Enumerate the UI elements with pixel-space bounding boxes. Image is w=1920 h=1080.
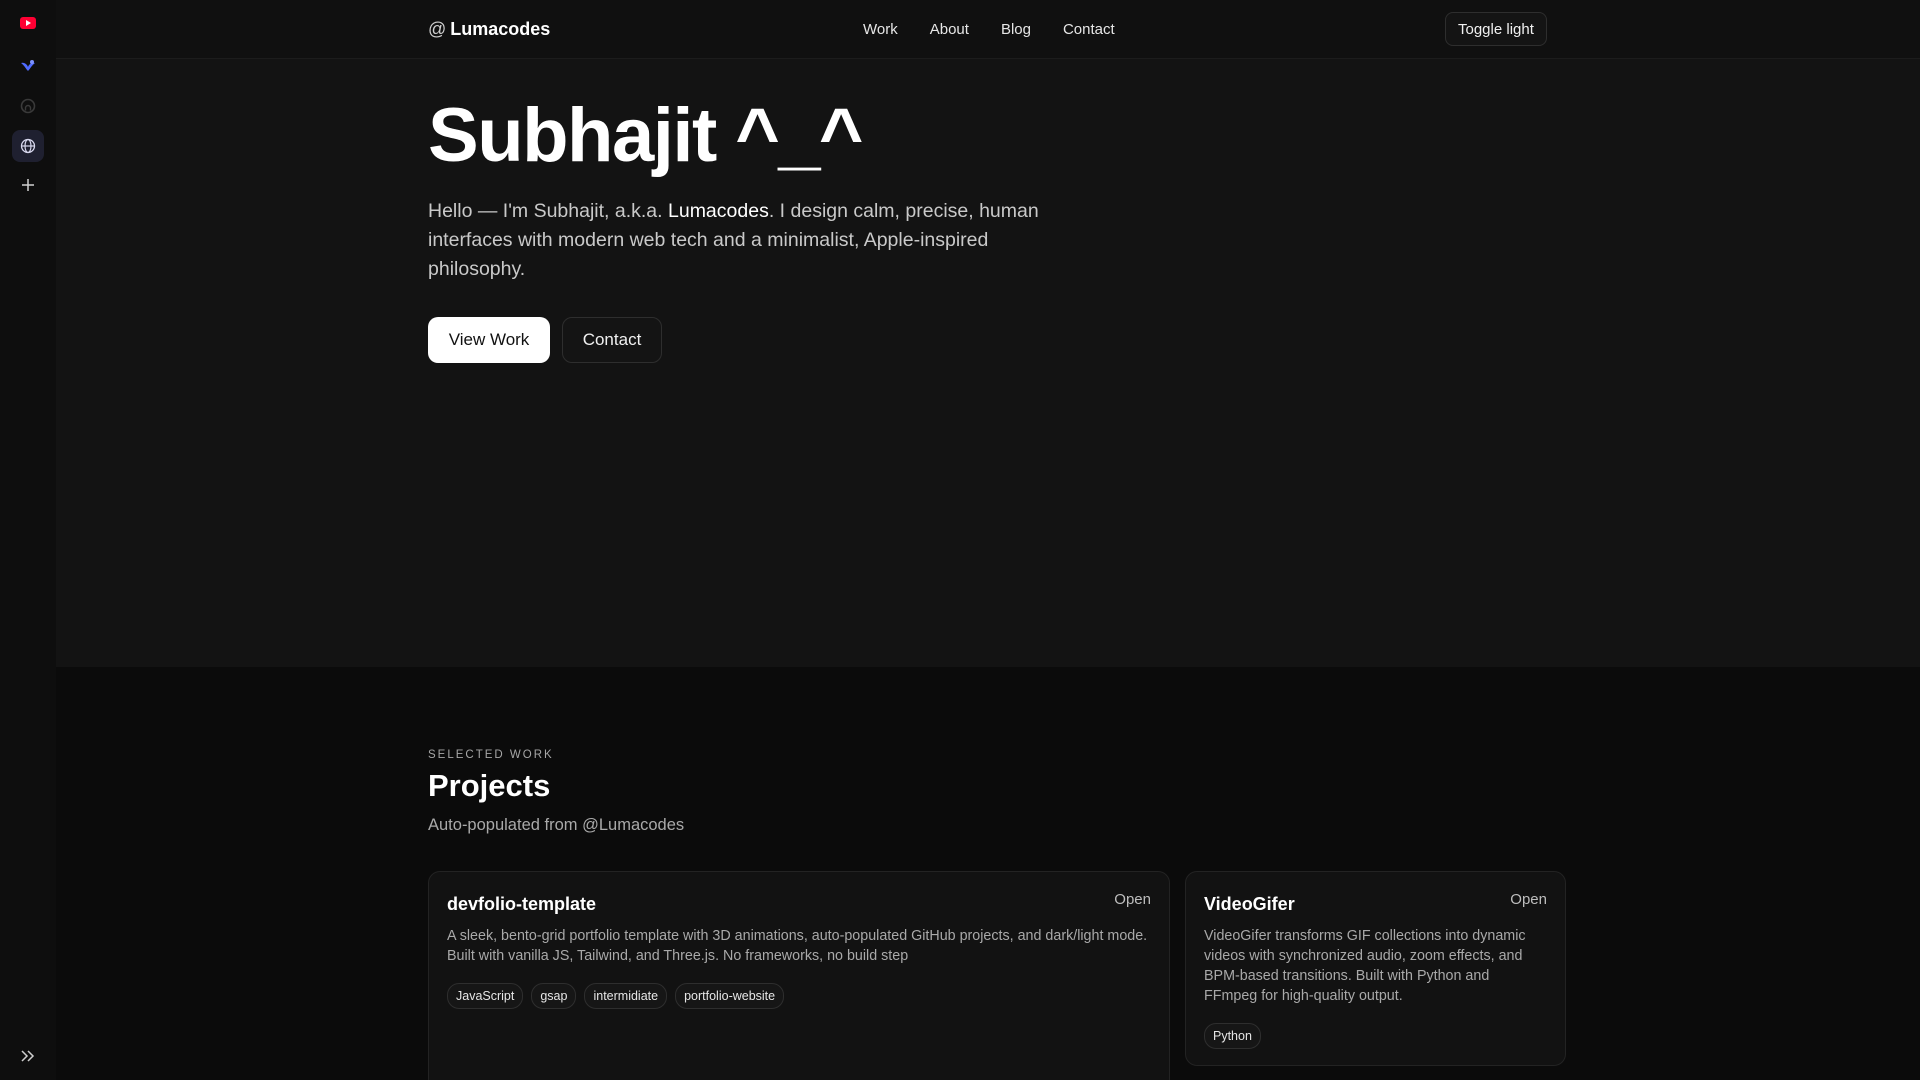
brand-name: Lumacodes bbox=[450, 19, 551, 39]
hero-intro: Hello — I'm Subhajit, a.k.a. Lumacodes. … bbox=[428, 197, 1088, 284]
toggle-theme-button[interactable]: Toggle light bbox=[1445, 12, 1547, 46]
project-description: A sleek, bento-grid portfolio template w… bbox=[447, 928, 1148, 964]
side-dock bbox=[0, 0, 57, 1080]
view-work-button[interactable]: View Work bbox=[428, 317, 550, 363]
dock-add[interactable] bbox=[12, 169, 44, 201]
hero-intro-start: Hello — I'm Subhajit, a.k.a. bbox=[428, 200, 668, 222]
brand-logo[interactable]: @ Lumacodes bbox=[428, 19, 550, 40]
hero-title: Subhajit ^_^ bbox=[428, 93, 863, 178]
project-tags: JavaScript gsap intermidiate portfolio-w… bbox=[447, 983, 785, 1009]
project-card[interactable]: devfolio-template Open A sleek, bento-gr… bbox=[428, 871, 1170, 1080]
contact-button[interactable]: Contact bbox=[562, 317, 662, 363]
project-tag: portfolio-website bbox=[675, 983, 785, 1009]
section-subtitle: Auto-populated from @Lumacodes bbox=[428, 816, 685, 834]
project-description: VideoGifer transforms GIF collections in… bbox=[1204, 928, 1526, 1004]
dock-expand[interactable] bbox=[12, 1040, 44, 1072]
at-sign-icon: @ bbox=[428, 19, 447, 39]
bird-icon bbox=[20, 58, 36, 72]
dock-github[interactable] bbox=[12, 90, 44, 122]
project-tag: gsap bbox=[531, 983, 577, 1009]
project-card[interactable]: VideoGifer Open VideoGifer transforms GI… bbox=[1185, 871, 1566, 1066]
section-eyebrow: SELECTED WORK bbox=[428, 749, 554, 761]
plus-icon bbox=[21, 178, 35, 192]
project-open-link[interactable]: Open bbox=[1114, 891, 1151, 908]
nav-link-about[interactable]: About bbox=[930, 21, 969, 38]
globe-icon bbox=[20, 138, 36, 154]
dock-youtube[interactable] bbox=[12, 7, 44, 39]
project-tag: JavaScript bbox=[447, 983, 524, 1009]
section-title: Projects bbox=[428, 768, 551, 803]
youtube-icon bbox=[20, 17, 36, 29]
project-title: devfolio-template bbox=[447, 894, 597, 914]
nav-link-contact[interactable]: Contact bbox=[1063, 21, 1115, 38]
hero-section bbox=[56, 0, 1920, 667]
project-title: VideoGifer bbox=[1204, 894, 1295, 914]
nav-link-work[interactable]: Work bbox=[863, 21, 898, 38]
dock-browser[interactable] bbox=[12, 130, 44, 162]
nav-links: Work About Blog Contact bbox=[863, 21, 1147, 38]
chevrons-right-icon bbox=[20, 1049, 36, 1063]
project-tag: intermidiate bbox=[584, 983, 668, 1009]
github-icon bbox=[20, 98, 36, 114]
project-open-link[interactable]: Open bbox=[1510, 891, 1547, 908]
nav-link-blog[interactable]: Blog bbox=[1001, 21, 1031, 38]
top-navigation: @ Lumacodes Work About Blog Contact Togg… bbox=[56, 0, 1920, 59]
dock-bird[interactable] bbox=[12, 49, 44, 81]
project-tag: Python bbox=[1204, 1023, 1261, 1049]
project-tags: Python bbox=[1204, 1023, 1261, 1049]
hero-intro-highlight: Lumacodes bbox=[668, 200, 769, 222]
page-content: @ Lumacodes Work About Blog Contact Togg… bbox=[56, 0, 1920, 1080]
